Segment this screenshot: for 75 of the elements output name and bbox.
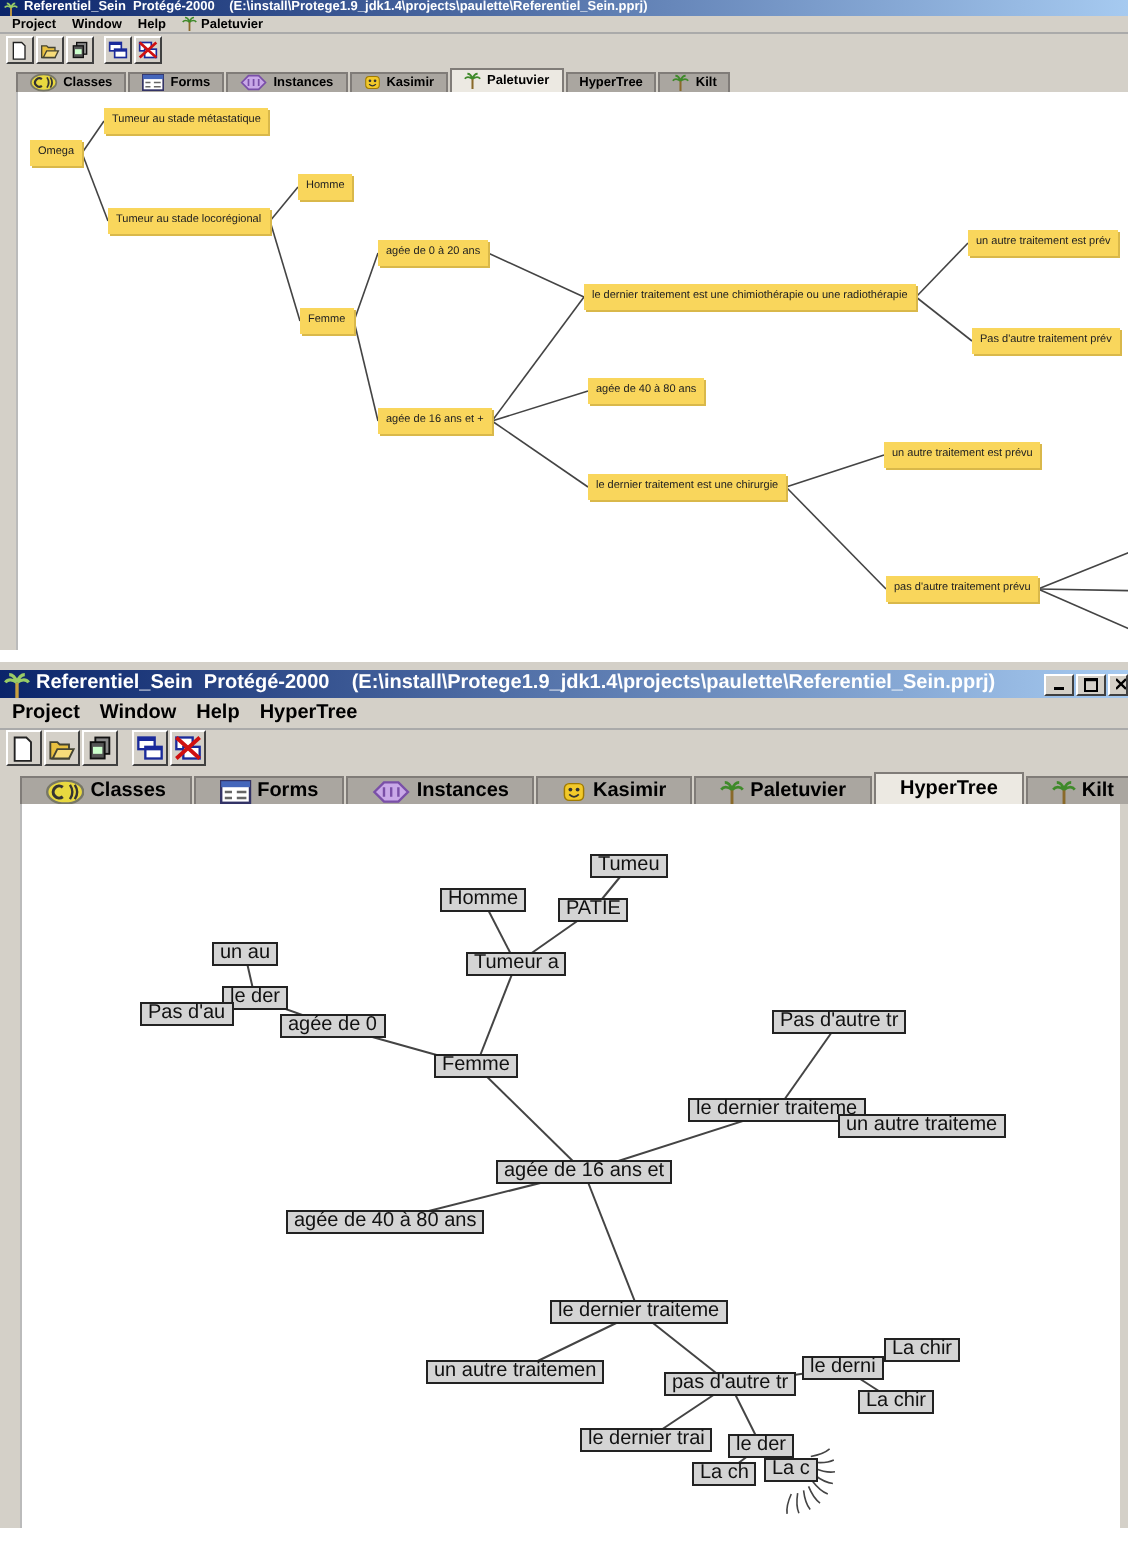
menu-item[interactable]: HyperTree <box>253 702 364 724</box>
tab[interactable]: Forms <box>194 776 345 804</box>
new-file-icon <box>10 39 30 59</box>
tree-node[interactable]: Femme <box>434 1054 518 1078</box>
tree-node[interactable]: le dernier traiteme <box>550 1300 728 1324</box>
maximize-icon <box>1084 677 1098 691</box>
windows-cross-icon <box>138 39 158 59</box>
open-folder-button[interactable] <box>44 729 80 765</box>
instances-icon <box>372 779 411 803</box>
maximize-button[interactable] <box>1076 673 1106 695</box>
tree-node[interactable]: Pas d'au <box>140 1002 234 1026</box>
windows-cross-button[interactable] <box>170 729 206 765</box>
minimize-button[interactable] <box>1044 673 1074 695</box>
windows-icon <box>136 733 164 761</box>
tree-node[interactable]: La chir <box>884 1338 961 1362</box>
tab[interactable]: Kasimir <box>536 776 693 804</box>
smiley-icon <box>562 779 587 803</box>
new-file-button[interactable] <box>6 35 34 63</box>
menu-item[interactable]: Project <box>6 702 86 724</box>
tree-node[interactable]: un autre traiteme <box>838 1114 1006 1138</box>
tree-node[interactable]: le der <box>222 986 289 1010</box>
tree-node[interactable]: La c <box>764 1458 818 1482</box>
open-folder-button[interactable] <box>36 35 64 63</box>
tree-node[interactable]: Homme <box>440 888 527 912</box>
windows-cross-button[interactable] <box>134 35 162 63</box>
tree-node[interactable]: le dernier traiteme <box>688 1098 866 1122</box>
classes-icon <box>30 74 58 92</box>
tree-node[interactable]: agée de 0 <box>280 1014 385 1038</box>
tree-node[interactable]: La ch <box>692 1462 757 1486</box>
instances-icon <box>240 74 268 92</box>
tree-node[interactable]: agée de 16 ans et <box>496 1160 673 1184</box>
menu-item[interactable]: Help <box>190 702 246 724</box>
palm-tree-icon <box>464 72 482 90</box>
windows-button[interactable] <box>132 729 168 765</box>
stacked-pages-icon <box>70 39 90 59</box>
tab[interactable]: Classes <box>20 776 192 804</box>
tree-node[interactable]: Tumeu <box>590 854 668 878</box>
close-button[interactable] <box>1108 673 1128 695</box>
palm-tree-icon <box>182 16 197 32</box>
tree-edge <box>915 242 969 298</box>
app-logo-icon <box>4 671 30 697</box>
tree-node[interactable]: La chir <box>858 1390 935 1414</box>
tree-node[interactable]: un au <box>212 942 279 966</box>
tab[interactable]: Instances <box>346 776 535 804</box>
tree-edge <box>915 296 973 342</box>
tree-node[interactable]: un autre traitemen <box>426 1360 605 1384</box>
tree-node[interactable]: le der <box>728 1434 795 1458</box>
tree-node[interactable]: Pas d'autre tr <box>772 1010 907 1034</box>
tab[interactable]: HyperTree <box>873 772 1024 804</box>
window-title: Referentiel_Sein Protégé-2000 (E:\install\Protege1.9_jdk1.4\projects\paulette\Referentiel_Sein.pprj) <box>36 674 996 694</box>
tab[interactable]: Paletuvier <box>694 776 872 804</box>
new-file-icon <box>10 733 38 761</box>
tree-node[interactable]: Tumeur a <box>466 952 567 976</box>
open-folder-icon <box>40 39 60 59</box>
stacked-pages-icon <box>86 733 114 761</box>
smiley-icon <box>363 74 381 92</box>
windows-cross-icon <box>174 733 202 761</box>
tab[interactable]: Kilt <box>1025 776 1128 804</box>
palm-tree-icon <box>1051 779 1076 803</box>
stacked-pages-button[interactable] <box>66 35 94 63</box>
tree-node[interactable]: pas d'autre tr <box>664 1372 797 1396</box>
classes-icon <box>46 779 85 803</box>
stacked-pages-button[interactable] <box>82 729 118 765</box>
menu-item[interactable]: Window <box>93 702 183 724</box>
tree-node[interactable]: le dernier trai <box>580 1428 713 1452</box>
windows-icon <box>108 39 128 59</box>
palm-tree-icon <box>672 74 690 92</box>
palm-tree-icon <box>720 779 745 803</box>
tree-node[interactable]: PATIE <box>558 898 629 922</box>
tree-node[interactable]: agée de 40 à 80 ans <box>286 1210 485 1234</box>
windows-button[interactable] <box>104 35 132 63</box>
new-file-button[interactable] <box>6 729 42 765</box>
close-icon <box>1116 678 1126 690</box>
tree-node[interactable]: le derni <box>802 1356 884 1380</box>
app-logo-icon <box>4 1 18 15</box>
